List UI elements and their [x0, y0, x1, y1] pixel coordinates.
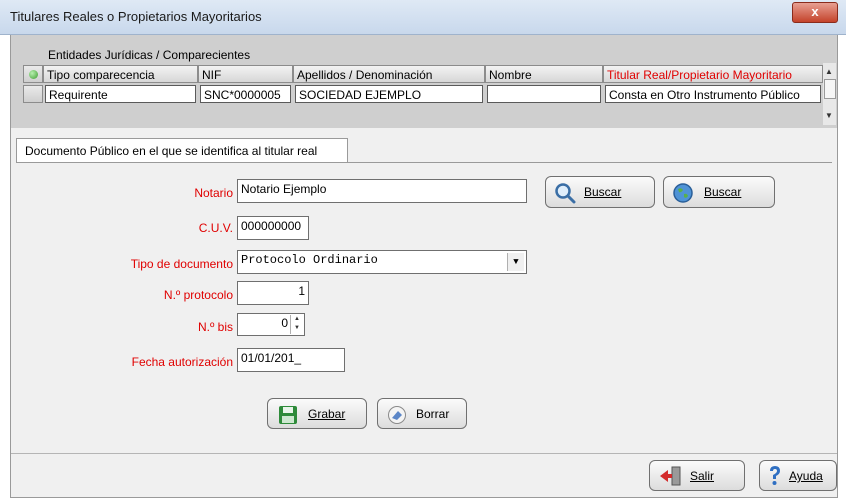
help-icon [770, 466, 780, 485]
notario-label: Notario [194, 186, 233, 200]
cuv-input[interactable]: 000000000 [237, 216, 309, 240]
salir-button[interactable]: Salir [649, 460, 745, 491]
column-header-apellidos[interactable]: Apellidos / Denominación [293, 65, 485, 83]
bis-value: 0 [281, 316, 288, 330]
scroll-up-icon[interactable]: ▲ [825, 67, 833, 76]
globe-icon [673, 183, 693, 203]
cell-titular-real[interactable]: Consta en Otro Instrumento Público [605, 85, 821, 103]
cuv-label: C.U.V. [198, 221, 233, 235]
save-icon [279, 406, 297, 424]
status-dot-icon [29, 70, 38, 79]
ayuda-label: Ayuda [789, 469, 823, 483]
column-header-tipo[interactable]: Tipo comparecencia [43, 65, 198, 83]
row-selector[interactable] [23, 85, 43, 103]
protocolo-label: N.º protocolo [163, 288, 233, 302]
borrar-button[interactable]: Borrar [377, 398, 467, 429]
grid-caption: Entidades Jurídicas / Comparecientes [48, 48, 251, 62]
tipo-documento-value: Protocolo Ordinario [241, 253, 378, 267]
dialog-body: Entidades Jurídicas / Comparecientes Tip… [10, 35, 838, 498]
footer-divider [11, 453, 837, 454]
column-header-nif[interactable]: NIF [198, 65, 293, 83]
cell-nombre[interactable] [487, 85, 601, 103]
column-header-titular-real[interactable]: Titular Real/Propietario Mayoritario [603, 65, 823, 83]
eraser-icon [388, 406, 406, 424]
scroll-down-icon[interactable]: ▼ [825, 111, 833, 120]
cell-nif[interactable]: SNC*0000005 [200, 85, 291, 103]
cell-apellidos[interactable]: SOCIEDAD EJEMPLO [295, 85, 483, 103]
grabar-label: Grabar [308, 407, 346, 421]
chevron-down-icon[interactable]: ▼ [507, 253, 524, 271]
grid-scrollbar[interactable]: ▲ ▼ [823, 63, 836, 125]
tipo-documento-label: Tipo de documento [130, 257, 233, 271]
tab-divider [16, 162, 832, 163]
stepper-arrows-icon[interactable]: ▲ ▼ [290, 315, 303, 334]
cell-tipo[interactable]: Requirente [45, 85, 196, 103]
entities-grid-panel: Entidades Jurídicas / Comparecientes Tip… [11, 35, 837, 128]
window-title: Titulares Reales o Propietarios Mayorita… [10, 9, 262, 24]
exit-door-icon [660, 466, 681, 486]
buscar-online-label: Buscar [704, 185, 742, 199]
window-titlebar[interactable]: Titulares Reales o Propietarios Mayorita… [0, 0, 846, 35]
buscar-online-button[interactable]: Buscar [663, 176, 775, 208]
tab-documento-publico[interactable]: Documento Público en el que se identific… [16, 138, 348, 162]
bis-stepper[interactable]: 0 ▲ ▼ [237, 313, 305, 336]
salir-label: Salir [690, 469, 715, 483]
column-header-nombre[interactable]: Nombre [485, 65, 603, 83]
fecha-autorizacion-input[interactable]: 01/01/201_ [237, 348, 345, 372]
tipo-documento-select[interactable]: Protocolo Ordinario ▼ [237, 250, 527, 274]
notario-input[interactable]: Notario Ejemplo [237, 179, 527, 203]
ayuda-button[interactable]: Ayuda [759, 460, 837, 491]
scroll-thumb[interactable] [824, 79, 836, 99]
buscar-notario-button[interactable]: Buscar [545, 176, 655, 208]
bis-label: N.º bis [197, 320, 233, 334]
close-button[interactable]: x [792, 2, 838, 23]
fecha-autorizacion-label: Fecha autorización [131, 355, 233, 369]
buscar-notario-label: Buscar [584, 185, 622, 199]
grabar-button[interactable]: Grabar [267, 398, 367, 429]
protocolo-input[interactable]: 1 [237, 281, 309, 305]
header-row-selector [23, 65, 43, 83]
borrar-label: Borrar [416, 407, 450, 421]
magnifier-icon [555, 183, 576, 204]
